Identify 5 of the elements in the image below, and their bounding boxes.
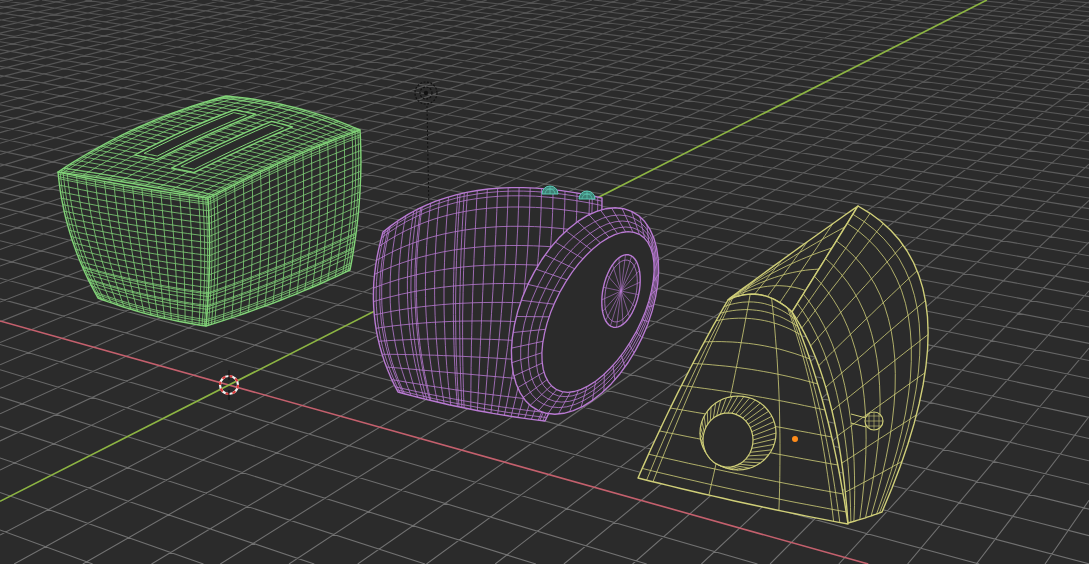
knob-wireframe bbox=[578, 190, 596, 200]
knob-wireframe bbox=[850, 411, 884, 431]
dashed-circle-icon bbox=[414, 81, 438, 105]
knob-wireframe bbox=[541, 185, 559, 195]
crosshair-icon bbox=[218, 369, 240, 401]
